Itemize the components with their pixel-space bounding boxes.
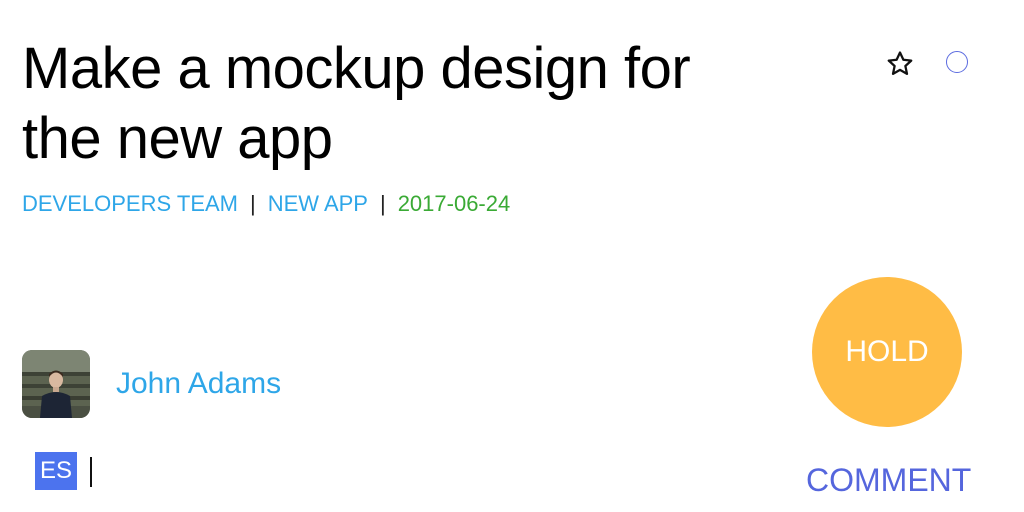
star-outline-icon xyxy=(887,51,913,75)
favorite-button[interactable] xyxy=(882,46,918,82)
text-cursor[interactable] xyxy=(90,457,92,487)
due-date: 2017-06-24 xyxy=(397,191,511,216)
complete-radio[interactable] xyxy=(946,51,968,73)
avatar[interactable] xyxy=(22,350,90,418)
avatar-photo xyxy=(22,350,90,418)
task-title: Make a mockup design for the new app xyxy=(22,36,691,171)
project-link[interactable]: NEW APP xyxy=(268,190,368,218)
meta-separator: | xyxy=(379,191,386,216)
hold-button-label: HOLD xyxy=(845,335,929,368)
comment-button[interactable]: COMMENT xyxy=(806,460,971,500)
language-badge[interactable]: ES xyxy=(35,452,77,490)
task-meta: DEVELOPERS TEAM | NEW APP | 2017-06-24 xyxy=(22,190,510,218)
meta-separator: | xyxy=(250,191,256,216)
hold-button[interactable]: HOLD xyxy=(812,277,962,427)
team-link[interactable]: DEVELOPERS TEAM xyxy=(22,190,238,218)
assignee-name[interactable]: John Adams xyxy=(116,364,281,404)
